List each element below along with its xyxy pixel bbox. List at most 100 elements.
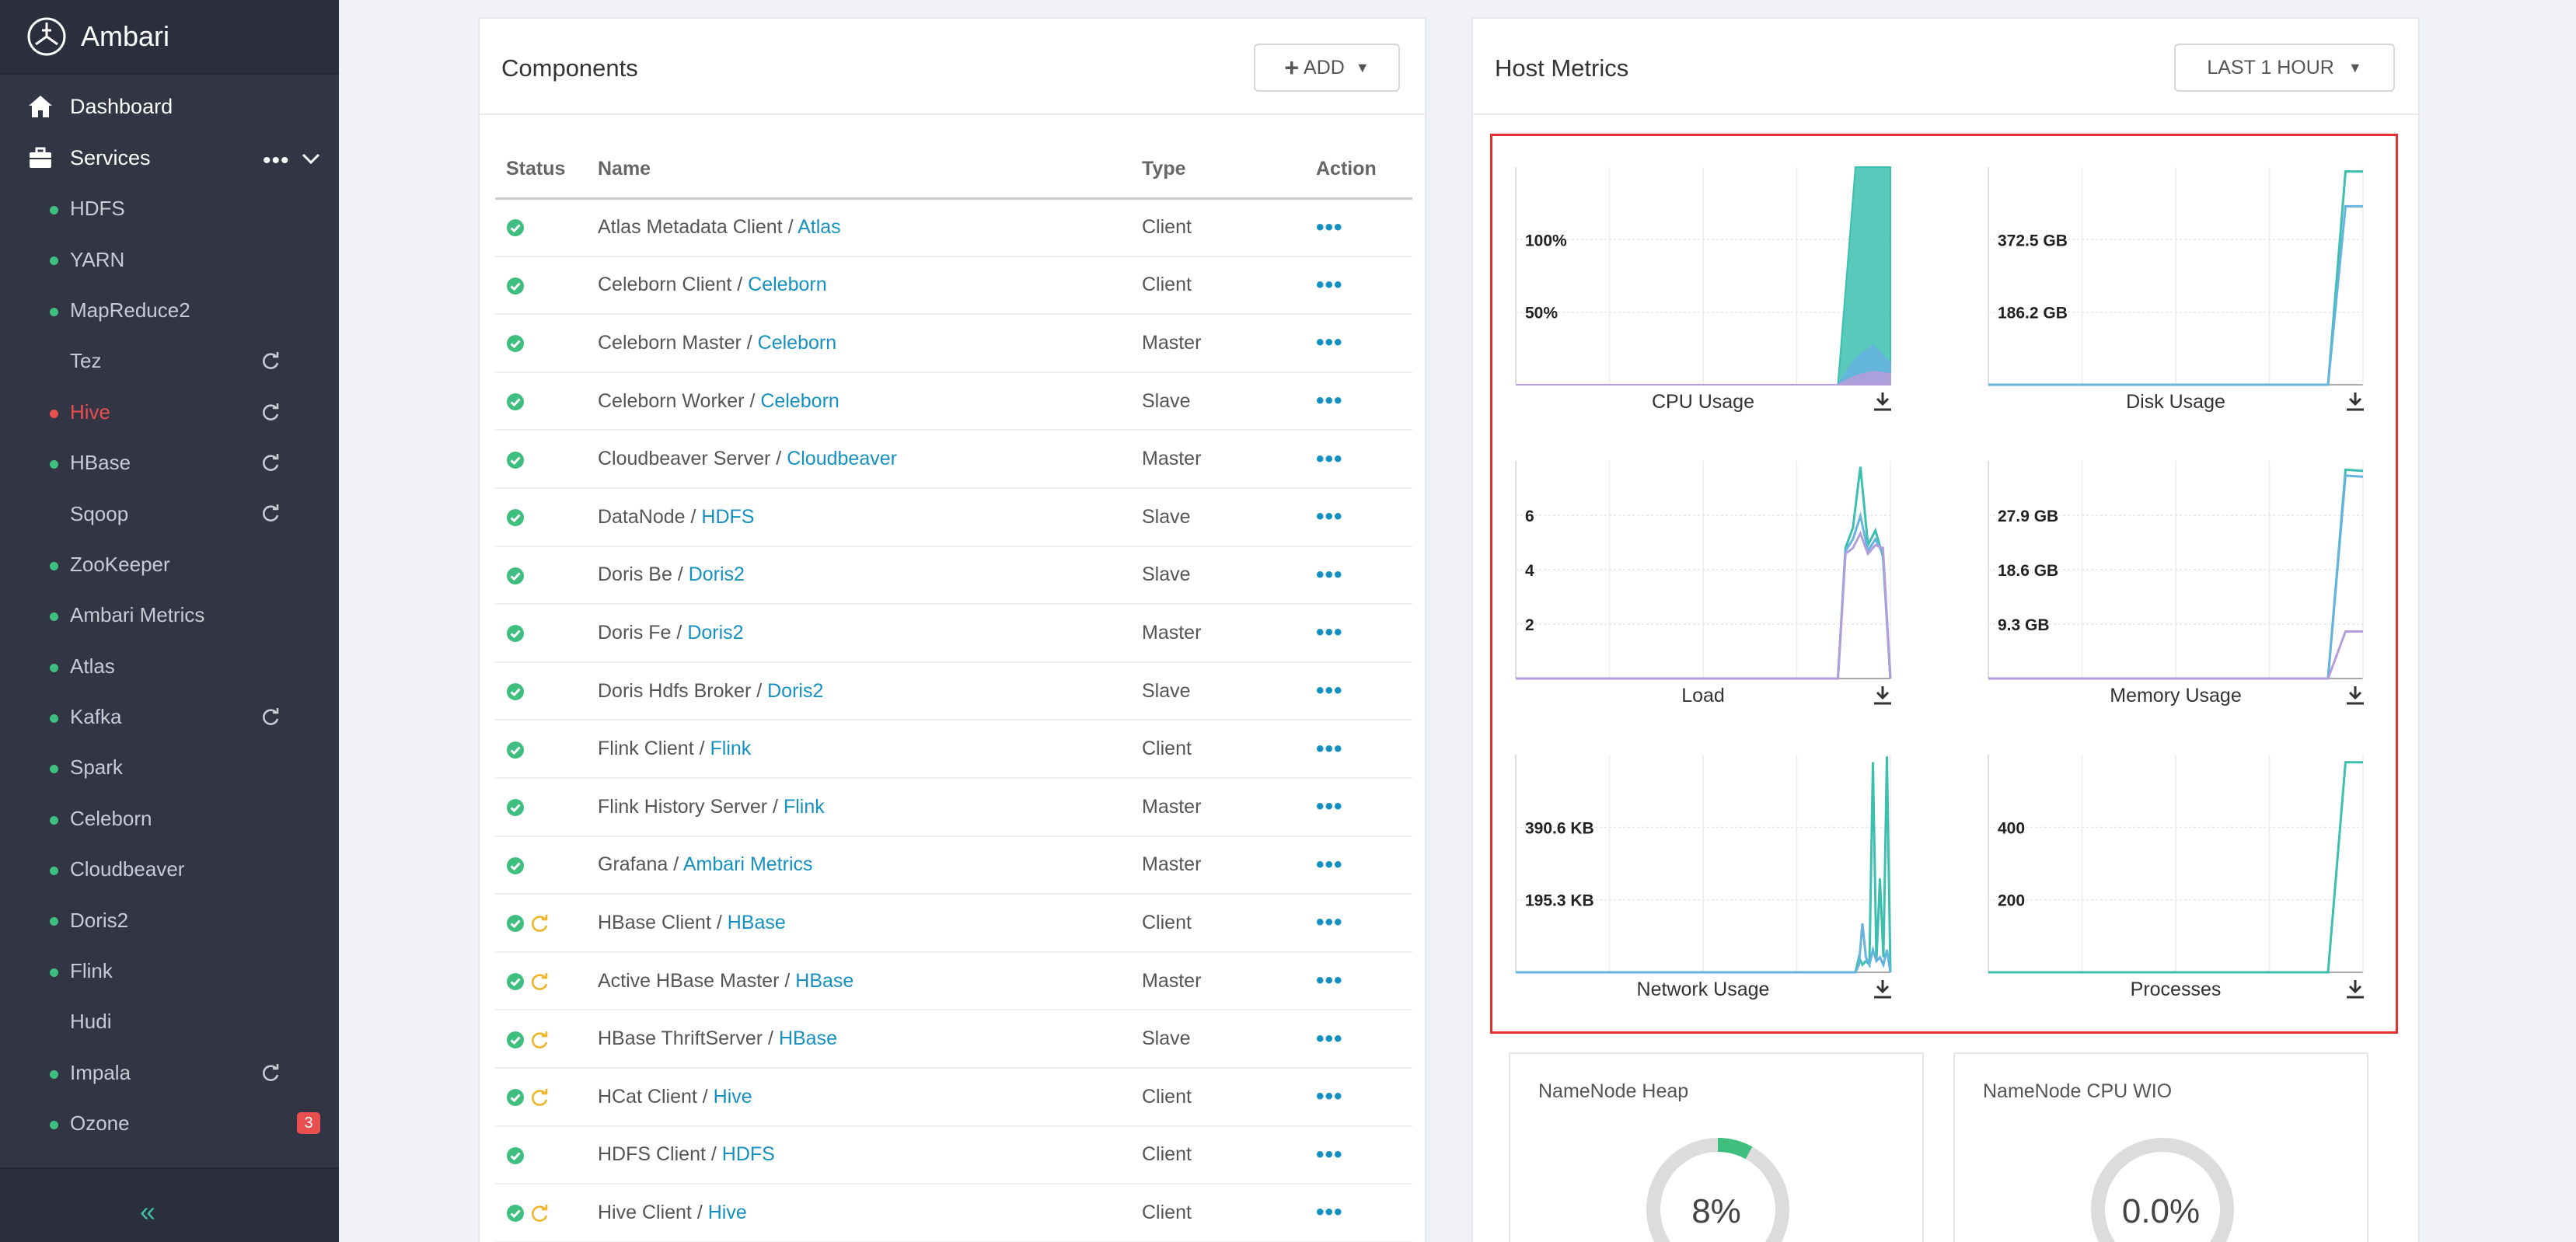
sidebar-item-celeborn[interactable]: Celeborn — [0, 794, 339, 844]
component-name[interactable]: Atlas Metadata Client — [598, 216, 783, 238]
chevron-down-icon[interactable] — [300, 148, 322, 169]
more-actions-icon[interactable]: ••• — [1316, 619, 1343, 645]
component-name[interactable]: Doris Fe — [598, 622, 671, 644]
action-cell: ••• — [1305, 1125, 1412, 1185]
nav-dashboard[interactable]: Dashboard — [0, 81, 339, 132]
component-name[interactable]: Hive Client — [598, 1202, 692, 1223]
sidebar-item-tez[interactable]: Tez — [0, 336, 339, 386]
more-actions-icon[interactable]: ••• — [1316, 1026, 1343, 1052]
sidebar-item-atlas[interactable]: Atlas — [0, 641, 339, 692]
more-actions-icon[interactable]: ••• — [1316, 1083, 1343, 1109]
sidebar-item-mapreduce2[interactable]: MapReduce2 — [0, 285, 339, 336]
component-name[interactable]: Flink Client — [598, 738, 694, 759]
add-component-button[interactable]: + ADD ▼ — [1254, 44, 1400, 92]
component-name[interactable]: Celeborn Master — [598, 332, 742, 354]
component-name[interactable]: Flink History Server — [598, 796, 767, 818]
service-link[interactable]: HDFS — [701, 506, 754, 528]
sidebar-item-spark[interactable]: Spark — [0, 742, 339, 793]
more-actions-icon[interactable]: ••• — [1316, 562, 1343, 588]
component-name[interactable]: Grafana — [598, 853, 668, 875]
service-link[interactable]: Ambari Metrics — [683, 853, 813, 875]
more-actions-icon[interactable]: ••• — [1316, 272, 1343, 298]
sidebar-collapse-button[interactable]: « — [0, 1167, 339, 1242]
more-actions-icon[interactable]: ••• — [1316, 968, 1343, 993]
service-link[interactable]: Cloudbeaver — [787, 448, 897, 469]
namenode-heap-widget[interactable]: NameNode Heap 8% — [1509, 1052, 1924, 1242]
sidebar-item-impala[interactable]: Impala — [0, 1048, 339, 1098]
more-actions-icon[interactable]: ••• — [1316, 446, 1343, 472]
download-icon[interactable] — [1874, 686, 1891, 705]
name-separator: / — [685, 505, 702, 528]
restart-required-icon[interactable] — [529, 1203, 550, 1223]
service-link[interactable]: Celeborn — [760, 390, 839, 412]
sidebar-item-hudi[interactable]: Hudi — [0, 996, 339, 1047]
sidebar-item-cloudbeaver[interactable]: Cloudbeaver — [0, 844, 339, 895]
more-actions-icon[interactable]: ••• — [1316, 852, 1343, 877]
component-name[interactable]: DataNode — [598, 506, 686, 528]
download-icon[interactable] — [1874, 392, 1891, 411]
sidebar-item-flink[interactable]: Flink — [0, 946, 339, 996]
table-row: Doris Fe / Doris2 Master ••• — [495, 604, 1412, 663]
chart-memory-usage: 27.9 GB 18.6 GB 9.3 GB Memory Usage — [1988, 461, 2364, 706]
sidebar-item-ambari-metrics[interactable]: Ambari Metrics — [0, 590, 339, 640]
component-name[interactable]: Celeborn Client — [598, 274, 731, 295]
sidebar-item-kafka[interactable]: Kafka — [0, 692, 339, 742]
restart-required-icon[interactable] — [529, 1030, 550, 1050]
component-name[interactable]: Celeborn Worker — [598, 390, 745, 412]
sidebar-item-hive[interactable]: Hive — [0, 387, 339, 438]
sidebar-item-doris2[interactable]: Doris2 — [0, 895, 339, 945]
sidebar-item-ozone[interactable]: Ozone 3 — [0, 1098, 339, 1149]
action-cell: ••• — [1305, 430, 1412, 489]
more-actions-icon[interactable]: ••• — [1316, 794, 1343, 819]
service-link[interactable]: Flink — [710, 738, 752, 759]
more-actions-icon[interactable]: ••• — [1316, 909, 1343, 935]
service-link[interactable]: Celeborn — [758, 332, 836, 354]
service-link[interactable]: Atlas — [798, 216, 841, 238]
download-icon[interactable] — [1874, 980, 1891, 999]
component-name[interactable]: HCat Client — [598, 1086, 697, 1108]
download-icon[interactable] — [2347, 392, 2364, 411]
service-link[interactable]: Hive — [708, 1202, 747, 1223]
service-link[interactable]: Hive — [714, 1086, 752, 1108]
sidebar-item-zookeeper[interactable]: ZooKeeper — [0, 539, 339, 590]
service-link[interactable]: HBase — [728, 912, 786, 933]
restart-required-icon[interactable] — [529, 913, 550, 933]
more-actions-icon[interactable]: ••• — [1316, 678, 1343, 703]
component-name[interactable]: Doris Hdfs Broker — [598, 680, 751, 702]
component-name[interactable]: Cloudbeaver Server — [598, 448, 770, 469]
sidebar-item-hdfs[interactable]: HDFS — [0, 183, 339, 234]
component-name[interactable]: Active HBase Master — [598, 970, 779, 992]
more-actions-icon[interactable]: ••• — [1316, 1199, 1343, 1225]
more-actions-icon[interactable]: ••• — [1316, 736, 1343, 762]
service-link[interactable]: Doris2 — [687, 622, 743, 644]
more-actions-icon[interactable]: ••• — [1316, 215, 1343, 240]
namenode-cpu-wio-widget[interactable]: NameNode CPU WIO 0.0% — [1953, 1052, 2368, 1242]
nav-services[interactable]: Services ••• — [0, 132, 339, 183]
brand[interactable]: Ambari — [0, 0, 339, 75]
service-link[interactable]: Doris2 — [767, 680, 823, 702]
services-more-icon[interactable]: ••• — [263, 148, 290, 174]
more-actions-icon[interactable]: ••• — [1316, 330, 1343, 355]
service-link[interactable]: HDFS — [722, 1143, 775, 1165]
more-actions-icon[interactable]: ••• — [1316, 504, 1343, 529]
more-actions-icon[interactable]: ••• — [1316, 388, 1343, 413]
component-name[interactable]: Doris Be — [598, 563, 672, 585]
more-actions-icon[interactable]: ••• — [1316, 1142, 1343, 1167]
time-range-dropdown[interactable]: LAST 1 HOUR ▼ — [2174, 44, 2395, 92]
component-name[interactable]: HBase Client — [598, 912, 711, 933]
download-icon[interactable] — [2347, 980, 2364, 999]
service-link[interactable]: HBase — [795, 970, 853, 992]
service-link[interactable]: Flink — [784, 796, 825, 818]
alert-badge[interactable]: 3 — [297, 1112, 320, 1135]
restart-required-icon[interactable] — [529, 972, 550, 992]
component-name[interactable]: HBase ThriftServer — [598, 1027, 763, 1049]
sidebar-item-hbase[interactable]: HBase — [0, 438, 339, 488]
component-name[interactable]: HDFS Client — [598, 1143, 706, 1165]
service-link[interactable]: Doris2 — [689, 563, 745, 585]
restart-required-icon[interactable] — [529, 1087, 550, 1108]
sidebar-item-sqoop[interactable]: Sqoop — [0, 488, 339, 539]
sidebar-item-yarn[interactable]: YARN — [0, 234, 339, 284]
service-link[interactable]: Celeborn — [748, 274, 826, 295]
download-icon[interactable] — [2347, 686, 2364, 705]
service-link[interactable]: HBase — [779, 1027, 837, 1049]
